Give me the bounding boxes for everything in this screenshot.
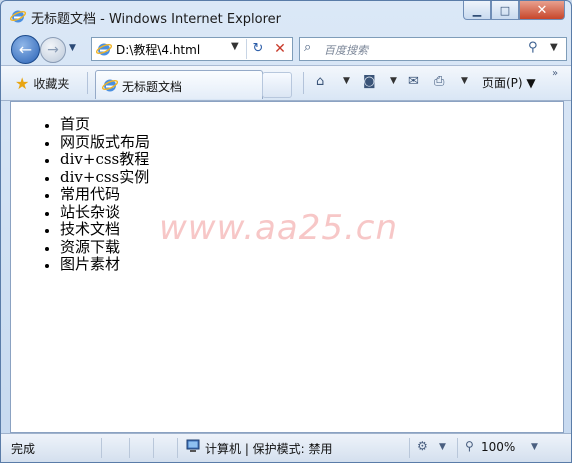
- rss-icon[interactable]: ◙: [363, 74, 376, 89]
- nav-list: 首页 网页版式布局 div+css教程 div+css实例 常用代码 站长杂谈 …: [44, 115, 150, 274]
- list-item: 常用代码: [44, 185, 150, 204]
- status-divider: [177, 438, 178, 458]
- security-zone-text[interactable]: 计算机 | 保护模式: 禁用: [205, 440, 333, 457]
- tab-label: 无标题文档: [122, 80, 183, 94]
- maximize-button[interactable]: □: [491, 1, 519, 20]
- new-tab-button[interactable]: [262, 72, 292, 98]
- ie-logo-icon: [10, 10, 26, 23]
- title-bar: 无标题文档 - Windows Internet Explorer ▁ □ ✕: [1, 1, 571, 31]
- page-content: 首页 网页版式布局 div+css教程 div+css实例 常用代码 站长杂谈 …: [10, 101, 564, 433]
- address-dropdown-icon[interactable]: ▼: [231, 41, 239, 52]
- list-item: 图片素材: [44, 255, 150, 274]
- print-dropdown-icon[interactable]: ▼: [461, 76, 468, 86]
- favorites-button[interactable]: ★ 收藏夹: [15, 72, 69, 94]
- status-divider: [129, 438, 130, 458]
- divider: [303, 72, 304, 94]
- forward-button[interactable]: →: [40, 37, 66, 63]
- list-item: 技术文档: [44, 220, 150, 239]
- search-placeholder[interactable]: 百度搜索: [324, 42, 368, 58]
- page-menu-label: 页面(P): [482, 76, 523, 90]
- search-engine-icon: ⌕: [304, 40, 312, 55]
- navigation-bar: ← → ▼ D:\教程\4.html ▼ ↻ ✕ ⌕ 百度搜索 ⚲ ▼: [1, 32, 571, 64]
- status-bar: 完成 计算机 | 保护模式: 禁用 ⚙ ▼ ⚲ 100% ▼: [1, 433, 571, 462]
- window-title: 无标题文档 - Windows Internet Explorer: [31, 12, 281, 27]
- list-item: 资源下载: [44, 238, 150, 257]
- status-text: 完成: [11, 442, 36, 456]
- minimize-icon: ▁: [472, 3, 482, 17]
- address-text[interactable]: D:\教程\4.html: [116, 41, 200, 58]
- more-tools-icon[interactable]: »: [552, 68, 558, 79]
- maximize-icon: □: [499, 3, 511, 17]
- list-item: div+css实例: [44, 168, 150, 187]
- address-bar[interactable]: D:\教程\4.html ▼ ↻ ✕: [91, 37, 293, 61]
- zoom-dropdown-icon[interactable]: ▼: [531, 442, 538, 452]
- search-box[interactable]: ⌕ 百度搜索 ⚲ ▼: [299, 37, 567, 61]
- minimize-button[interactable]: ▁: [463, 1, 491, 20]
- print-icon[interactable]: ⎙: [434, 74, 444, 89]
- stop-icon[interactable]: ✕: [269, 39, 291, 59]
- refresh-icon[interactable]: ↻: [246, 39, 269, 59]
- close-button[interactable]: ✕: [519, 1, 565, 20]
- list-item: 站长杂谈: [44, 203, 150, 222]
- status-divider: [153, 438, 154, 458]
- window-controls: ▁ □ ✕: [463, 1, 565, 21]
- zoom-icon[interactable]: ⚲: [465, 439, 474, 453]
- status-divider: [409, 438, 410, 458]
- back-arrow-icon: ←: [18, 40, 33, 59]
- ie-window: 无标题文档 - Windows Internet Explorer ▁ □ ✕ …: [0, 0, 572, 463]
- status-divider: [457, 438, 458, 458]
- search-dropdown-icon[interactable]: ▼: [550, 42, 558, 53]
- list-item: div+css教程: [44, 150, 150, 169]
- watermark: www.aa25.cn: [159, 208, 399, 248]
- divider: [87, 72, 88, 94]
- close-icon: ✕: [536, 2, 548, 18]
- favorites-star-icon: ★: [15, 73, 30, 93]
- status-divider: [101, 438, 102, 458]
- computer-icon: [186, 439, 200, 452]
- tab-ie-icon: [102, 79, 118, 92]
- back-button[interactable]: ←: [11, 35, 40, 64]
- page-menu[interactable]: 页面(P) ▼: [482, 74, 536, 91]
- tab-current[interactable]: 无标题文档: [95, 70, 263, 99]
- command-bar: ★ 收藏夹 无标题文档 ⌂ ▼ ◙ ▼ ✉ ⎙ ▼ 页面(P) ▼ »: [1, 65, 571, 101]
- search-icon[interactable]: ⚲: [528, 40, 538, 55]
- rss-dropdown-icon[interactable]: ▼: [390, 76, 397, 86]
- home-dropdown-icon[interactable]: ▼: [343, 76, 350, 86]
- favorites-label: 收藏夹: [33, 76, 70, 91]
- list-item: 网页版式布局: [44, 133, 150, 152]
- protected-mode-dropdown-icon[interactable]: ▼: [439, 442, 446, 452]
- list-item: 首页: [44, 115, 150, 134]
- home-icon[interactable]: ⌂: [316, 74, 324, 89]
- zoom-level[interactable]: 100%: [481, 440, 515, 454]
- page-icon: [96, 43, 112, 56]
- forward-arrow-icon: →: [47, 42, 59, 58]
- protected-mode-icon[interactable]: ⚙: [417, 439, 428, 453]
- history-dropdown[interactable]: ▼: [69, 43, 76, 53]
- mail-icon[interactable]: ✉: [408, 74, 419, 89]
